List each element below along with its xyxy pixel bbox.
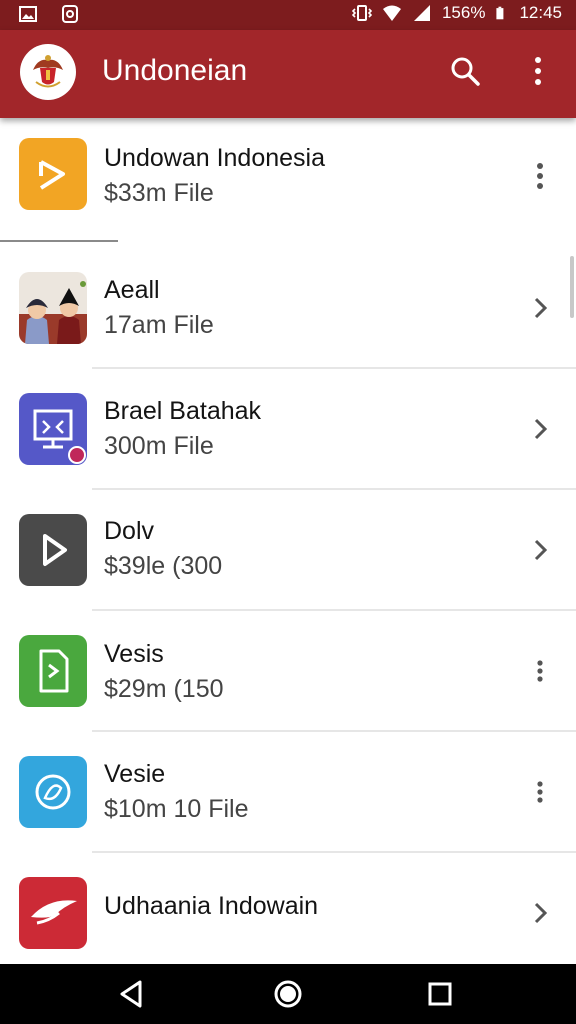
- navigation-bar: [0, 964, 576, 1024]
- item-title: Udhaania Indowain: [104, 892, 319, 920]
- document-icon: [19, 635, 87, 707]
- item-title: Brael Batahak: [104, 397, 262, 425]
- emblem-logo[interactable]: [20, 44, 76, 100]
- search-icon[interactable]: [448, 54, 482, 88]
- battery-percent: 156%: [441, 3, 486, 22]
- chevron-right-icon[interactable]: [526, 294, 554, 322]
- battery-icon: [496, 6, 504, 20]
- more-vert-icon[interactable]: [526, 657, 554, 685]
- chevron-right-icon[interactable]: [526, 899, 554, 927]
- people-illustration-icon: [19, 272, 87, 344]
- item-title: Dolv: [104, 517, 155, 545]
- chevron-right-icon[interactable]: [526, 415, 554, 443]
- item-subtitle: $10m 10 File: [104, 795, 249, 823]
- item-subtitle: 17am File: [104, 311, 214, 339]
- list-item[interactable]: Undowan Indonesia $33m File: [0, 118, 576, 239]
- list-item[interactable]: Aeall 17am File: [0, 248, 576, 369]
- vibrate-icon: [351, 5, 372, 21]
- item-subtitle: 300m File: [104, 432, 214, 460]
- wifi-icon: [382, 5, 401, 21]
- image-icon: [19, 6, 37, 22]
- wing-icon: [19, 877, 87, 949]
- item-title: Aeall: [104, 276, 160, 304]
- file-list: Undowan Indonesia $33m File Aeall 17am F…: [0, 118, 576, 964]
- list-item[interactable]: Vesie $10m 10 File: [0, 732, 576, 853]
- item-subtitle: $39le (300: [104, 552, 223, 580]
- app-icon: [62, 5, 78, 23]
- list-item[interactable]: Udhaania Indowain: [0, 853, 576, 974]
- app-title: Undoneian: [102, 54, 248, 87]
- more-vert-icon[interactable]: [526, 54, 550, 88]
- scrollbar[interactable]: [570, 256, 574, 318]
- status-bar: 156% 12:45: [0, 0, 576, 30]
- clock: 12:45: [519, 3, 562, 22]
- emblem-icon: [22, 46, 74, 98]
- app-bar: Undoneian: [0, 30, 576, 118]
- back-icon[interactable]: [116, 978, 148, 1010]
- presentation-icon: [19, 393, 87, 465]
- circle-chat-icon: [19, 756, 87, 828]
- signal-icon: [413, 5, 430, 21]
- home-icon[interactable]: [272, 978, 304, 1010]
- play-icon: [19, 514, 87, 586]
- more-vert-icon[interactable]: [526, 162, 554, 190]
- item-title: Vesie: [104, 760, 166, 788]
- item-title: Undowan Indonesia: [104, 144, 325, 172]
- item-subtitle: $29m (150: [104, 675, 224, 703]
- chevron-right-icon[interactable]: [526, 536, 554, 564]
- play-icon: [19, 138, 87, 210]
- list-item[interactable]: Vesis $29m (150: [0, 611, 576, 732]
- more-vert-icon[interactable]: [526, 778, 554, 806]
- recents-icon[interactable]: [424, 978, 456, 1010]
- list-item[interactable]: Brael Batahak 300m File: [0, 369, 576, 490]
- item-title: Vesis: [104, 640, 164, 668]
- divider: [0, 240, 118, 242]
- item-subtitle: $33m File: [104, 179, 214, 207]
- list-item[interactable]: Dolv $39le (300: [0, 490, 576, 611]
